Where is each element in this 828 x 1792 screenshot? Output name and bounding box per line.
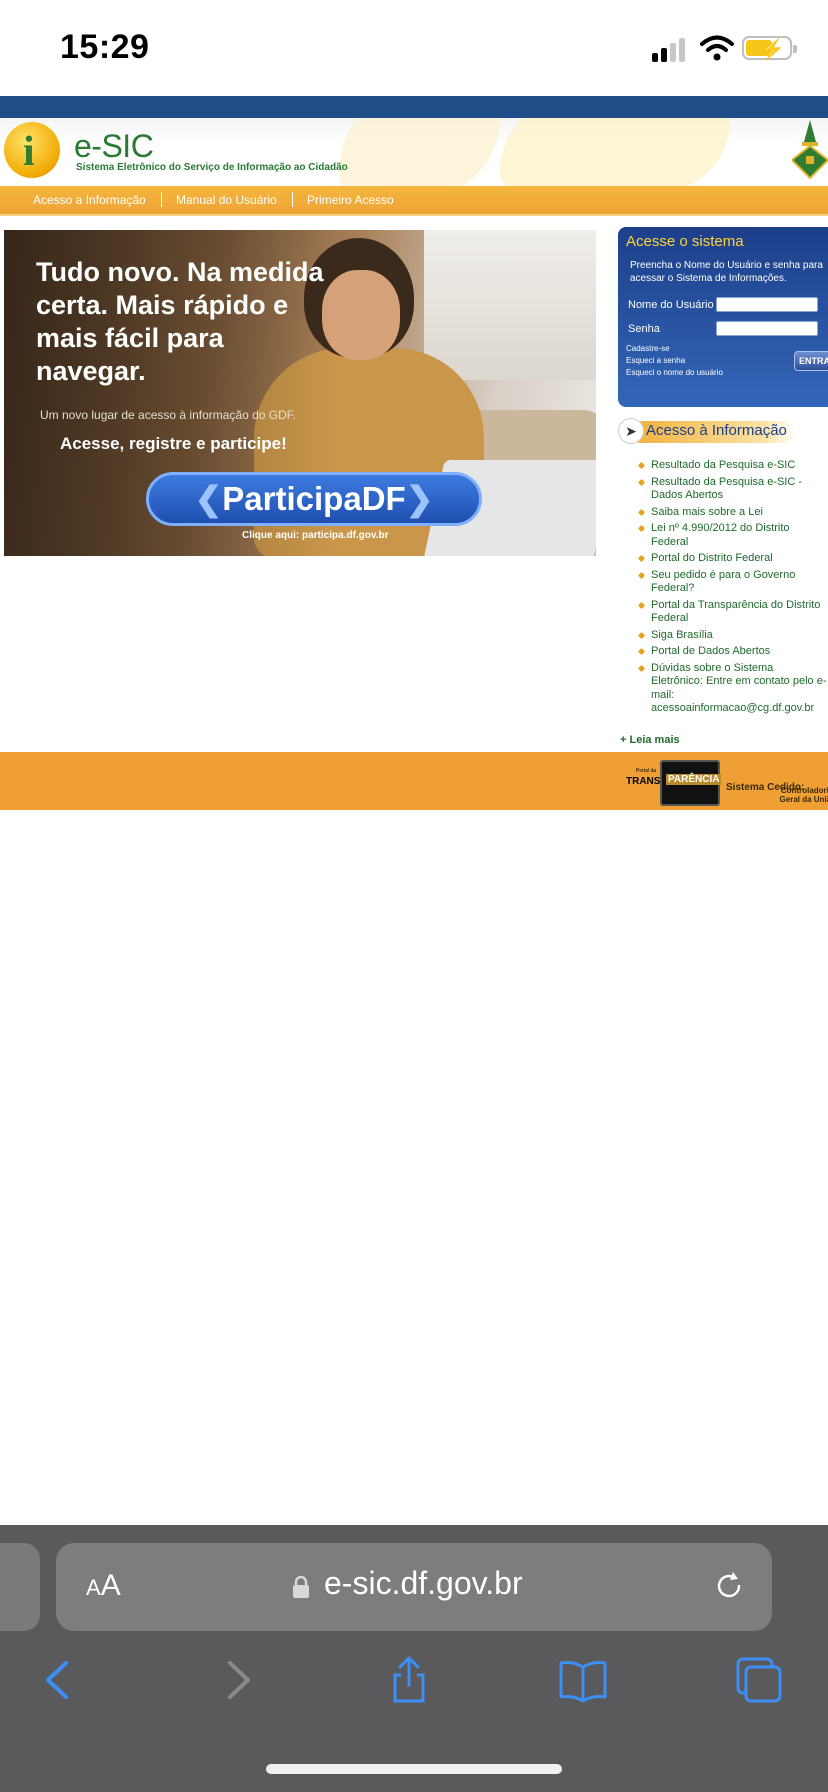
info-link[interactable]: Portal do Distrito Federal bbox=[636, 552, 828, 566]
info-link[interactable]: Saiba mais sobre a Lei bbox=[636, 506, 828, 520]
info-section-header: ➤ Acesso à Informação bbox=[618, 418, 828, 446]
home-indicator[interactable] bbox=[266, 1764, 562, 1774]
banner-cta: Acesse, registre e participe! bbox=[60, 434, 287, 453]
info-links-list: Resultado da Pesquisa e-SIC Resultado da… bbox=[636, 459, 828, 719]
info-link[interactable]: Resultado da Pesquisa e-SIC bbox=[636, 459, 828, 473]
pin-icon: ➤ bbox=[618, 418, 644, 444]
chevron-right-icon: ❯ bbox=[405, 480, 434, 517]
wifi-icon bbox=[700, 35, 734, 61]
bookmarks-icon[interactable] bbox=[558, 1655, 608, 1705]
nav-acesso-informacao[interactable]: Acesso a Informação bbox=[33, 193, 146, 207]
password-label: Senha bbox=[628, 323, 660, 335]
banner-subtitle: Um novo lugar de acesso à informação do … bbox=[40, 408, 297, 422]
cellular-signal-icon bbox=[652, 36, 688, 62]
site-footer: Portal da TRANS PARÊNCIA Sistema Cedido:… bbox=[0, 752, 828, 810]
charging-bolt-icon: ⚡ bbox=[760, 39, 785, 61]
chevron-left-icon: ❮ bbox=[194, 480, 223, 517]
info-link[interactable]: Lei nº 4.990/2012 do Distrito Federal bbox=[636, 522, 828, 549]
safari-toolbar: AAAA e-sic.df.gov.br bbox=[0, 1525, 828, 1792]
info-link[interactable]: Portal de Dados Abertos bbox=[636, 645, 828, 659]
login-submit-button[interactable]: ENTRA bbox=[794, 351, 828, 371]
main-nav: Acesso a Informação Manual do Usuário Pr… bbox=[0, 186, 828, 216]
info-link[interactable]: Portal da Transparência do Distrito Fede… bbox=[636, 599, 828, 626]
register-link[interactable]: Cadastre-se bbox=[626, 344, 670, 353]
reload-icon[interactable] bbox=[712, 1569, 746, 1603]
site-header: i e-SIC Sistema Eletrônico do Serviço de… bbox=[0, 118, 828, 186]
status-bar: 15:29 ⚡ bbox=[0, 0, 828, 96]
decorative-leaf bbox=[500, 118, 730, 186]
username-input[interactable] bbox=[716, 297, 818, 312]
tabs-icon[interactable] bbox=[734, 1655, 784, 1705]
status-time: 15:29 bbox=[60, 28, 150, 66]
nav-divider bbox=[292, 192, 293, 207]
participadf-banner[interactable]: Tudo novo. Na medida certa. Mais rápido … bbox=[4, 230, 596, 556]
battery-icon: ⚡ bbox=[742, 36, 797, 61]
nav-divider bbox=[161, 192, 162, 207]
participadf-button[interactable]: ❮ParticipaDF❯ bbox=[146, 472, 482, 526]
forward-icon[interactable] bbox=[212, 1655, 262, 1705]
info-logo-icon[interactable]: i bbox=[4, 122, 60, 178]
lock-icon bbox=[293, 1575, 309, 1598]
top-band bbox=[0, 96, 828, 118]
previous-tab-peek[interactable] bbox=[0, 1543, 40, 1631]
df-crest-icon bbox=[792, 120, 828, 180]
participadf-label: ParticipaDF bbox=[222, 480, 406, 517]
reader-options-button[interactable]: AAAA bbox=[86, 1569, 121, 1603]
cgu-logo-text: Controladoria-Geral da União bbox=[779, 786, 828, 804]
info-section-title: Acesso à Informação bbox=[646, 422, 787, 439]
decorative-leaf bbox=[340, 118, 500, 186]
forgot-password-link[interactable]: Esqueci a senha bbox=[626, 356, 685, 365]
brand-title[interactable]: e-SIC bbox=[74, 128, 154, 165]
nav-primeiro-acesso[interactable]: Primeiro Acesso bbox=[307, 193, 394, 207]
forgot-username-link[interactable]: Esqueci o nome do usuário bbox=[626, 368, 723, 377]
nav-manual-usuario[interactable]: Manual do Usuário bbox=[176, 193, 277, 207]
login-box: Acesse o sistema Preencha o Nome do Usuá… bbox=[618, 227, 828, 407]
share-icon[interactable] bbox=[384, 1655, 434, 1705]
address-bar[interactable]: AAAA e-sic.df.gov.br bbox=[56, 1543, 772, 1631]
portal-transparencia-logo[interactable]: Portal da TRANS PARÊNCIA bbox=[626, 760, 722, 806]
read-more-link[interactable]: + Leia mais bbox=[620, 734, 680, 746]
back-icon[interactable] bbox=[34, 1655, 84, 1705]
info-link[interactable]: Siga Brasília bbox=[636, 629, 828, 643]
login-description: Preencha o Nome do Usuário e senha para … bbox=[630, 260, 823, 284]
page: 15:29 ⚡ i e-SIC Sistema Eletrônico do Se… bbox=[0, 0, 828, 1792]
password-input[interactable] bbox=[716, 321, 818, 336]
brand-subtitle: Sistema Eletrônico do Serviço de Informa… bbox=[76, 162, 348, 173]
info-link[interactable]: Resultado da Pesquisa e-SIC - Dados Aber… bbox=[636, 476, 828, 503]
banner-headline: Tudo novo. Na medida certa. Mais rápido … bbox=[36, 257, 324, 386]
banner-click-link[interactable]: Clique aqui: participa.df.gov.br bbox=[242, 530, 389, 541]
url-text[interactable]: e-sic.df.gov.br bbox=[324, 1565, 523, 1602]
login-title: Acesse o sistema bbox=[626, 233, 744, 250]
info-link[interactable]: Seu pedido é para o Governo Federal? bbox=[636, 569, 828, 596]
info-link[interactable]: Dúvidas sobre o Sistema Eletrônico: Entr… bbox=[636, 662, 828, 716]
username-label: Nome do Usuário bbox=[628, 299, 714, 311]
banner-window-bg bbox=[424, 230, 596, 380]
